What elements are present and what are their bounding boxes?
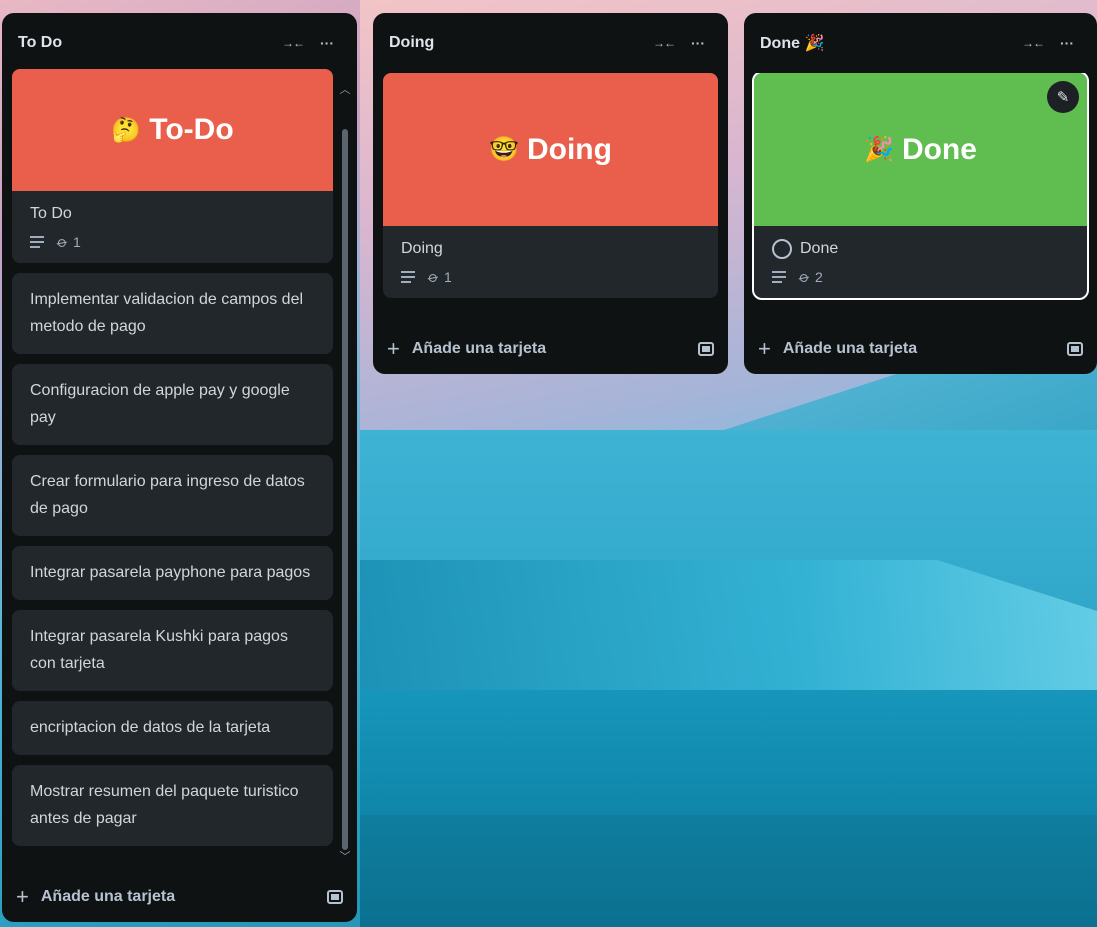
- cover-text: Doing: [526, 132, 612, 166]
- card-body: To Do ⌀ 1: [12, 191, 333, 263]
- add-card-label: Añade una tarjeta: [411, 340, 547, 357]
- attachment-badge: ⌀ 1: [54, 233, 81, 252]
- card-list: 🎉 Done ✎ Done ⌀ 2: [744, 73, 1097, 324]
- list-footer: + Añade una tarjeta: [373, 324, 728, 374]
- card-cover: 🤓 Doing: [383, 73, 718, 226]
- card-cover: 🤔 To-Do: [12, 69, 333, 191]
- list-title[interactable]: To Do: [18, 34, 273, 52]
- background-shape: [360, 690, 1097, 815]
- list-header[interactable]: To Do →← ···: [2, 13, 357, 73]
- list-done: Done 🎉 →← ··· 🎉 Done ✎ Done ⌀ 2 + Añade …: [744, 13, 1097, 374]
- card[interactable]: Mostrar resumen del paquete turistico an…: [12, 765, 333, 846]
- add-card-label: Añade una tarjeta: [782, 340, 918, 357]
- attachment-badge: ⌀ 1: [425, 268, 452, 287]
- cover-text: To-Do: [149, 113, 234, 146]
- scroll-down-icon[interactable]: ﹀: [339, 848, 351, 864]
- card-title: Doing: [401, 240, 443, 257]
- list-footer: + Añade una tarjeta: [744, 324, 1097, 374]
- card-list: 🤔 To-Do To Do ⌀ 1 Implementar validacion…: [2, 69, 357, 872]
- description-icon: [30, 236, 44, 248]
- plus-icon: +: [387, 336, 400, 361]
- description-badge: [30, 236, 44, 248]
- complete-checkbox-icon[interactable]: [772, 239, 792, 259]
- description-badge: [772, 271, 786, 283]
- card-title: To Do: [30, 205, 72, 222]
- description-icon: [772, 271, 786, 283]
- card-title: encriptacion de datos de la tarjeta: [30, 719, 271, 736]
- list-header[interactable]: Doing →← ···: [373, 13, 728, 73]
- attachment-badge: ⌀ 2: [796, 268, 823, 287]
- plus-icon: +: [16, 884, 29, 909]
- card[interactable]: encriptacion de datos de la tarjeta: [12, 701, 333, 755]
- description-icon: [401, 271, 415, 283]
- card-badges: ⌀ 1: [30, 233, 315, 252]
- collapse-list-icon[interactable]: →←: [650, 29, 678, 57]
- add-card-button[interactable]: + Añade una tarjeta: [756, 338, 1067, 360]
- template-icon[interactable]: [698, 342, 714, 356]
- scroll-thumb[interactable]: [342, 129, 348, 850]
- card-title: Implementar validacion de campos del met…: [30, 291, 304, 335]
- add-card-button[interactable]: + Añade una tarjeta: [14, 886, 327, 908]
- paperclip-icon: ⌀: [424, 267, 442, 287]
- attachment-count: 1: [73, 234, 81, 250]
- party-popper-icon: 🎉: [864, 136, 894, 163]
- nerd-emoji-icon: 🤓: [489, 136, 519, 163]
- scroll-up-icon[interactable]: ︿: [339, 81, 351, 97]
- cover-card-done[interactable]: 🎉 Done ✎ Done ⌀ 2: [752, 73, 1089, 300]
- paperclip-icon: ⌀: [795, 267, 813, 287]
- card[interactable]: Integrar pasarela Kushki para pagos con …: [12, 610, 333, 691]
- list-todo: To Do →← ··· 🤔 To-Do To Do ⌀ 1 Implement…: [2, 13, 357, 922]
- card-title: Integrar pasarela payphone para pagos: [30, 564, 311, 581]
- add-card-label: Añade una tarjeta: [40, 888, 176, 905]
- card-title: Mostrar resumen del paquete turistico an…: [30, 783, 299, 827]
- card-list: 🤓 Doing Doing ⌀ 1: [373, 73, 728, 324]
- card[interactable]: Integrar pasarela payphone para pagos: [12, 546, 333, 600]
- card-title: Done: [800, 240, 839, 257]
- template-icon[interactable]: [1067, 342, 1083, 356]
- cover-card-todo[interactable]: 🤔 To-Do To Do ⌀ 1: [12, 69, 333, 263]
- collapse-list-icon[interactable]: →←: [279, 29, 307, 57]
- card-title: Crear formulario para ingreso de datos d…: [30, 473, 305, 517]
- attachment-count: 2: [815, 269, 823, 285]
- list-menu-icon[interactable]: ···: [313, 29, 341, 57]
- card[interactable]: Configuracion de apple pay y google pay: [12, 364, 333, 445]
- card-body: Done ⌀ 2: [754, 226, 1087, 298]
- card-title: Configuracion de apple pay y google pay: [30, 382, 290, 426]
- list-footer: + Añade una tarjeta: [2, 872, 357, 922]
- scrollbar[interactable]: ︿ ﹀: [339, 81, 351, 864]
- description-badge: [401, 271, 415, 283]
- collapse-list-icon[interactable]: →←: [1019, 29, 1047, 57]
- edit-card-icon[interactable]: ✎: [1047, 81, 1079, 113]
- list-doing: Doing →← ··· 🤓 Doing Doing ⌀ 1 + Añade u…: [373, 13, 728, 374]
- card-title-row: Done: [772, 236, 1069, 262]
- list-menu-icon[interactable]: ···: [1053, 29, 1081, 57]
- list-title[interactable]: Done 🎉: [760, 33, 1013, 53]
- background-shape: [360, 430, 1097, 690]
- template-icon[interactable]: [327, 890, 343, 904]
- card[interactable]: Implementar validacion de campos del met…: [12, 273, 333, 354]
- background-shape: [360, 815, 1097, 927]
- list-menu-icon[interactable]: ···: [684, 29, 712, 57]
- paperclip-icon: ⌀: [53, 232, 71, 252]
- card[interactable]: Crear formulario para ingreso de datos d…: [12, 455, 333, 536]
- attachment-count: 1: [444, 269, 452, 285]
- cover-text: Done: [901, 132, 977, 166]
- list-header[interactable]: Done 🎉 →← ···: [744, 13, 1097, 73]
- list-title[interactable]: Doing: [389, 34, 644, 52]
- cover-card-doing[interactable]: 🤓 Doing Doing ⌀ 1: [383, 73, 718, 298]
- card-body: Doing ⌀ 1: [383, 226, 718, 298]
- thinking-emoji-icon: 🤔: [111, 116, 142, 144]
- card-badges: ⌀ 1: [401, 268, 700, 287]
- add-card-button[interactable]: + Añade una tarjeta: [385, 338, 698, 360]
- card-title: Integrar pasarela Kushki para pagos con …: [30, 628, 288, 672]
- card-cover: 🎉 Done: [754, 73, 1087, 226]
- plus-icon: +: [758, 336, 771, 361]
- card-badges: ⌀ 2: [772, 268, 1069, 287]
- background-shape: [360, 560, 1097, 690]
